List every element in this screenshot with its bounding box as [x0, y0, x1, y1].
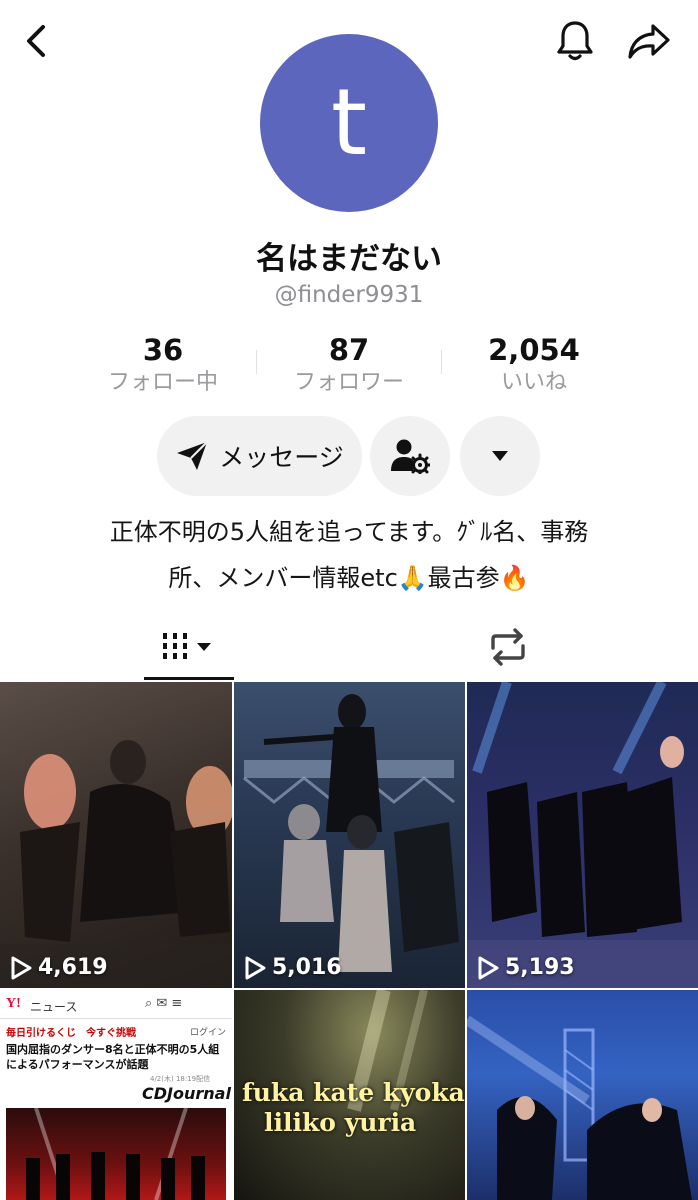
video-thumbnail[interactable] [467, 990, 698, 1200]
news-brand: ニュース [30, 1000, 78, 1014]
view-count: 4,619 [10, 955, 108, 980]
more-options-button[interactable] [460, 416, 540, 496]
performance-image [467, 682, 698, 988]
username: @finder9931 [274, 282, 424, 308]
tab-reposts[interactable] [468, 612, 548, 682]
view-count-text: 5,193 [505, 955, 575, 980]
tab-videos[interactable] [144, 612, 234, 682]
news-date: 4/2(木) 18:19配信 [150, 1075, 211, 1083]
view-count-text: 5,016 [272, 955, 342, 980]
caret-down-icon [492, 451, 508, 461]
stat-likes[interactable]: 2,054 いいね [439, 332, 629, 398]
notification-bell-button[interactable] [548, 14, 602, 68]
video-thumbnail[interactable]: 4,619 [0, 682, 232, 988]
person-gear-icon [391, 439, 430, 474]
video-thumbnail[interactable]: 5,193 [467, 682, 698, 988]
view-count: 5,016 [244, 955, 342, 980]
video-thumbnail[interactable]: fuka kate kyoka liliko yuria [234, 990, 465, 1200]
view-count: 5,193 [477, 955, 575, 980]
grid-icon [163, 633, 211, 659]
stat-followers[interactable]: 87 フォロワー [254, 332, 444, 398]
news-icons: ⌕ ✉ ≡ [145, 996, 183, 1011]
news-photo [6, 1107, 226, 1200]
bio-line-2: 所、メンバー情報etc🙏最古参🔥 [168, 564, 530, 592]
play-icon [478, 956, 499, 979]
followers-count: 87 [328, 333, 370, 367]
news-headline: 国内屈指のダンサー8名と正体不明の5人組によるパフォーマンスが話題 [6, 1043, 220, 1071]
message-button[interactable]: メッセージ [157, 416, 362, 496]
active-tab-indicator [144, 677, 234, 680]
share-button[interactable] [622, 14, 676, 68]
news-login: ログイン [190, 1028, 227, 1038]
video-thumbnail[interactable]: 5,016 [234, 682, 465, 988]
share-arrow-icon [628, 24, 670, 59]
performance-image [0, 740, 232, 988]
news-banner: 毎日引けるくじ 今すぐ挑戦 [6, 1028, 136, 1039]
message-label: メッセージ [219, 443, 344, 472]
following-label: フォロー中 [107, 370, 218, 395]
user-settings-button[interactable] [370, 416, 450, 496]
send-icon [177, 441, 208, 470]
view-count-text: 4,619 [38, 955, 108, 980]
caption-line-1: fuka kate kyoka [242, 1078, 465, 1107]
performance-image [467, 1015, 692, 1200]
play-icon [245, 956, 266, 979]
avatar[interactable]: t [260, 34, 438, 212]
likes-count: 2,054 [488, 333, 580, 367]
bell-icon [557, 21, 593, 61]
caption-line-2: liliko yuria [264, 1108, 417, 1137]
news-logo: Y! [6, 996, 21, 1011]
play-icon [11, 956, 32, 979]
divider [0, 1018, 232, 1019]
chevron-left-icon [27, 25, 45, 57]
likes-label: いいね [500, 370, 567, 395]
back-button[interactable] [10, 14, 64, 68]
news-photo-image [26, 1107, 205, 1200]
repost-icon [491, 628, 525, 666]
bio-line-1: 正体不明の5人組を追ってます。ｸﾞﾙ名、事務 [109, 518, 589, 546]
stat-following[interactable]: 36 フォロー中 [68, 332, 258, 398]
avatar-letter: t [330, 69, 368, 176]
news-source: CDJournal [142, 1084, 231, 1103]
video-thumbnail[interactable]: Y! ニュース ⌕ ✉ ≡ 毎日引けるくじ 今すぐ挑戦 ログイン 国内屈指のダン… [0, 990, 232, 1200]
display-name: 名はまだない [256, 241, 442, 277]
following-count: 36 [142, 333, 184, 367]
performance-image [243, 694, 459, 972]
followers-label: フォロワー [293, 370, 404, 395]
